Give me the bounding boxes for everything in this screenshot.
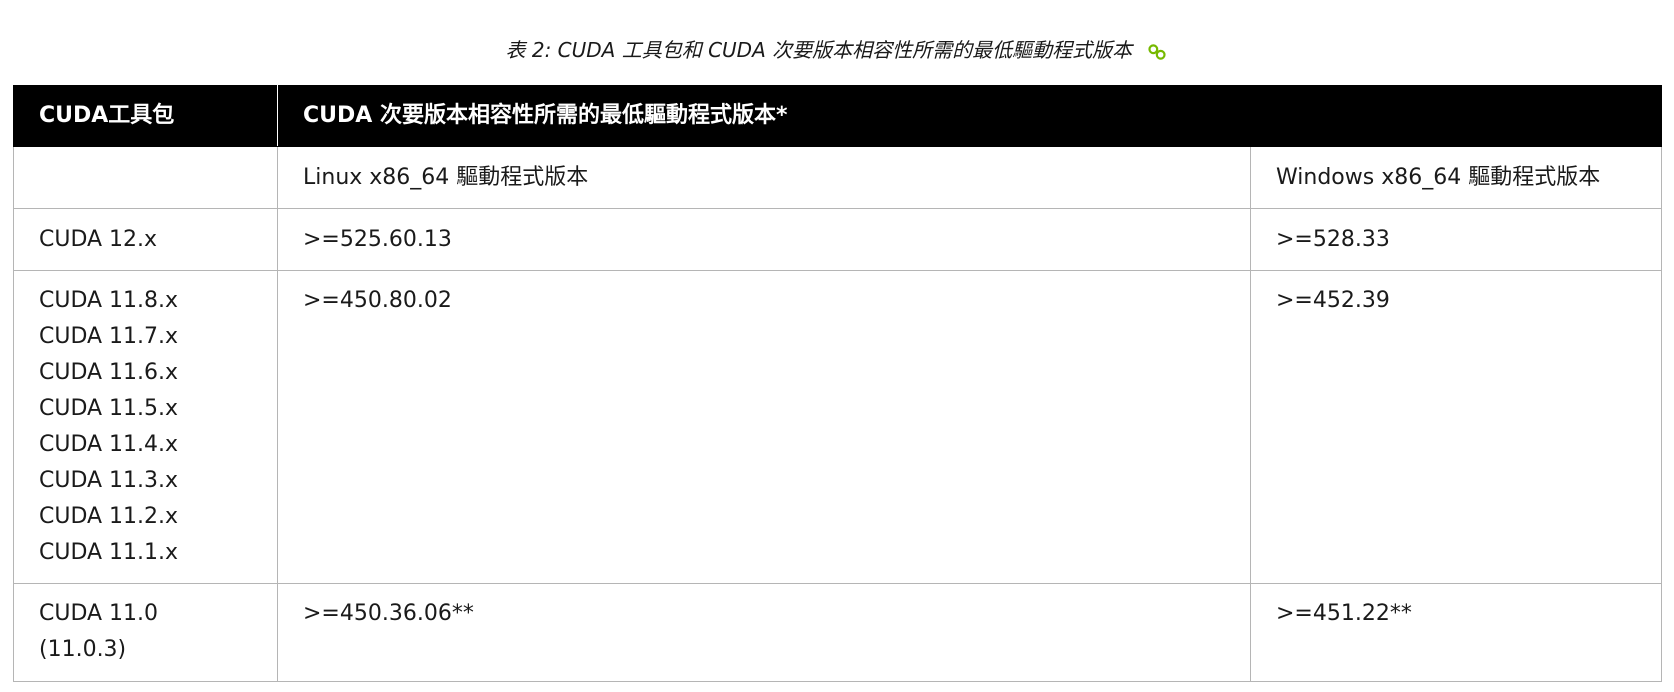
toolkit-version: CUDA 11.1.x [39,540,179,565]
toolkit-version-note: (11.0.3) [39,637,127,662]
toolkit-cell: CUDA 11.0 (11.0.3) [13,583,278,682]
linux-driver-cell: >=525.60.13 [277,208,1251,271]
header-min-driver: CUDA 次要版本相容性所需的最低驅動程式版本* [277,85,1662,147]
linux-driver-cell: >=450.36.06** [277,583,1251,682]
table-header-row: CUDA工具包 CUDA 次要版本相容性所需的最低驅動程式版本* [13,85,1662,147]
toolkit-version: CUDA 12.x [39,226,158,252]
table-caption-text: 表 2: CUDA 工具包和 CUDA 次要版本相容性所需的最低驅動程式版本 [505,38,1133,62]
toolkit-version: CUDA 11.2.x [39,504,179,529]
toolkit-version: CUDA 11.7.x [39,324,179,349]
toolkit-version: CUDA 11.8.x [39,288,179,313]
subheader-empty [13,146,278,209]
toolkit-version: CUDA 11.0 [39,601,159,626]
table-row: CUDA 11.8.x CUDA 11.7.x CUDA 11.6.x CUDA… [13,270,1662,584]
header-cuda-toolkit: CUDA工具包 [13,85,278,147]
table-row: CUDA 12.x >=525.60.13 >=528.33 [13,208,1662,271]
windows-driver-cell: >=451.22** [1250,583,1662,682]
toolkit-version: CUDA 11.6.x [39,360,179,385]
toolkit-version: CUDA 11.4.x [39,432,179,457]
link-icon[interactable] [1146,41,1168,63]
toolkit-version: CUDA 11.3.x [39,468,179,493]
windows-driver-cell: >=528.33 [1250,208,1662,271]
subheader-linux: Linux x86_64 驅動程式版本 [277,146,1251,209]
table-row: CUDA 11.0 (11.0.3) >=450.36.06** >=451.2… [13,583,1662,682]
compatibility-table: CUDA工具包 CUDA 次要版本相容性所需的最低驅動程式版本* Linux x… [13,85,1662,682]
table-caption: 表 2: CUDA 工具包和 CUDA 次要版本相容性所需的最低驅動程式版本 [0,36,1674,64]
toolkit-cell: CUDA 12.x [13,208,278,271]
toolkit-version: CUDA 11.5.x [39,396,179,421]
toolkit-cell: CUDA 11.8.x CUDA 11.7.x CUDA 11.6.x CUDA… [13,270,278,584]
table-subheader-row: Linux x86_64 驅動程式版本 Windows x86_64 驅動程式版… [13,146,1662,209]
linux-driver-cell: >=450.80.02 [277,270,1251,584]
subheader-windows: Windows x86_64 驅動程式版本 [1250,146,1662,209]
windows-driver-cell: >=452.39 [1250,270,1662,584]
